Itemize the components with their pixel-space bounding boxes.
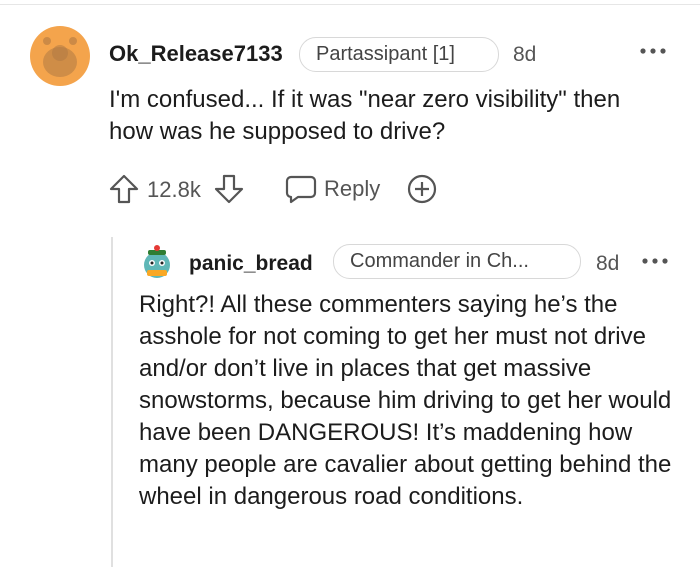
upvote-button[interactable]	[109, 173, 139, 205]
more-horizontal-icon	[642, 258, 668, 264]
more-horizontal-icon	[640, 48, 666, 54]
reply-button[interactable]: Reply	[284, 173, 386, 205]
speech-bubble-icon	[285, 175, 317, 204]
more-options-button[interactable]	[638, 44, 668, 58]
reply-username[interactable]: panic_bread	[189, 252, 313, 276]
reply-age: 8d	[596, 252, 620, 275]
reply-body: Right?! All these commenters saying he’s…	[139, 291, 672, 510]
vote-count: 12.8k	[147, 177, 201, 202]
thread-line[interactable]	[111, 237, 113, 567]
user-flair: Partassipant [1]	[299, 37, 499, 72]
top-divider	[0, 4, 700, 5]
reply-label: Reply	[324, 176, 381, 201]
award-button[interactable]	[405, 173, 439, 205]
comment-body: I'm confused... If it was "near zero vis…	[109, 86, 621, 145]
downvote-button[interactable]	[214, 173, 244, 205]
comment-username[interactable]: Ok_Release7133	[109, 41, 283, 67]
user-flair: Commander in Ch...	[333, 244, 581, 279]
plus-circle-icon	[407, 174, 437, 204]
arrow-down-icon	[214, 174, 244, 204]
arrow-up-icon	[109, 174, 139, 204]
comment-age: 8d	[513, 43, 537, 66]
avatar[interactable]	[138, 242, 176, 280]
more-options-button[interactable]	[640, 254, 670, 268]
avatar[interactable]	[30, 26, 90, 86]
